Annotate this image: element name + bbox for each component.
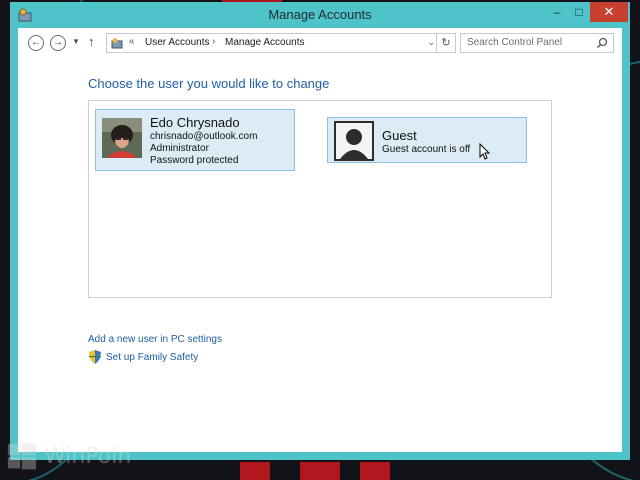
account-role: Administrator: [150, 143, 209, 154]
refresh-button[interactable]: ↻: [436, 34, 455, 52]
add-new-user-link[interactable]: Add a new user in PC settings: [88, 334, 222, 345]
search-icon[interactable]: [596, 37, 608, 49]
close-button[interactable]: ✕: [590, 2, 628, 22]
back-button[interactable]: ←: [28, 35, 44, 51]
account-email: chrisnado@outlook.com: [150, 131, 258, 142]
forward-button[interactable]: →: [50, 35, 66, 51]
breadcrumb-user-accounts[interactable]: User Accounts: [145, 37, 209, 48]
navigation-bar: ← → ▼ ↑ « User Accounts › Manage Account…: [18, 28, 622, 58]
account-name: Edo Chrysnado: [150, 115, 240, 130]
search-input[interactable]: Search Control Panel: [460, 33, 614, 53]
account-tile-edo-chrysnado[interactable]: Edo Chrysnado chrisnado@outlook.com Admi…: [95, 109, 295, 171]
windows-logo-icon: [7, 442, 37, 470]
accounts-list: Edo Chrysnado chrisnado@outlook.com Admi…: [88, 100, 552, 298]
maximize-button[interactable]: □: [568, 2, 590, 22]
watermark-text: WinPoin: [44, 444, 132, 469]
address-dropdown-icon[interactable]: ⌄: [427, 37, 435, 48]
user-avatar: [102, 118, 142, 158]
mouse-cursor-icon: [479, 143, 491, 160]
account-status: Password protected: [150, 155, 239, 166]
account-tile-guest[interactable]: Guest Guest account is off: [327, 117, 527, 163]
watermark: WinPoin: [4, 440, 144, 474]
search-placeholder: Search Control Panel: [467, 37, 563, 48]
address-overflow-icon[interactable]: «: [129, 36, 135, 47]
account-status: Guest account is off: [382, 144, 471, 155]
recent-locations-button[interactable]: ▼: [72, 37, 80, 46]
breadcrumb-separator-icon[interactable]: ›: [212, 36, 215, 47]
manage-accounts-window: Manage Accounts ‒ □ ✕ ← → ▼ ↑ « User Acc…: [10, 2, 630, 460]
title-bar[interactable]: Manage Accounts ‒ □ ✕: [10, 2, 630, 28]
page-heading: Choose the user you would like to change: [88, 76, 330, 91]
minimize-button[interactable]: ‒: [546, 2, 568, 22]
guest-avatar-icon: [334, 121, 374, 161]
window-client-area: ← → ▼ ↑ « User Accounts › Manage Account…: [18, 28, 622, 452]
account-name: Guest: [382, 128, 417, 143]
up-button[interactable]: ↑: [88, 34, 95, 49]
window-title: Manage Accounts: [268, 7, 372, 22]
family-safety-link[interactable]: Set up Family Safety: [106, 352, 198, 363]
control-panel-icon: [111, 38, 123, 49]
address-bar[interactable]: « User Accounts › Manage Accounts ⌄ ↻: [106, 33, 456, 53]
shield-icon: [89, 350, 101, 364]
breadcrumb-manage-accounts[interactable]: Manage Accounts: [225, 37, 305, 48]
